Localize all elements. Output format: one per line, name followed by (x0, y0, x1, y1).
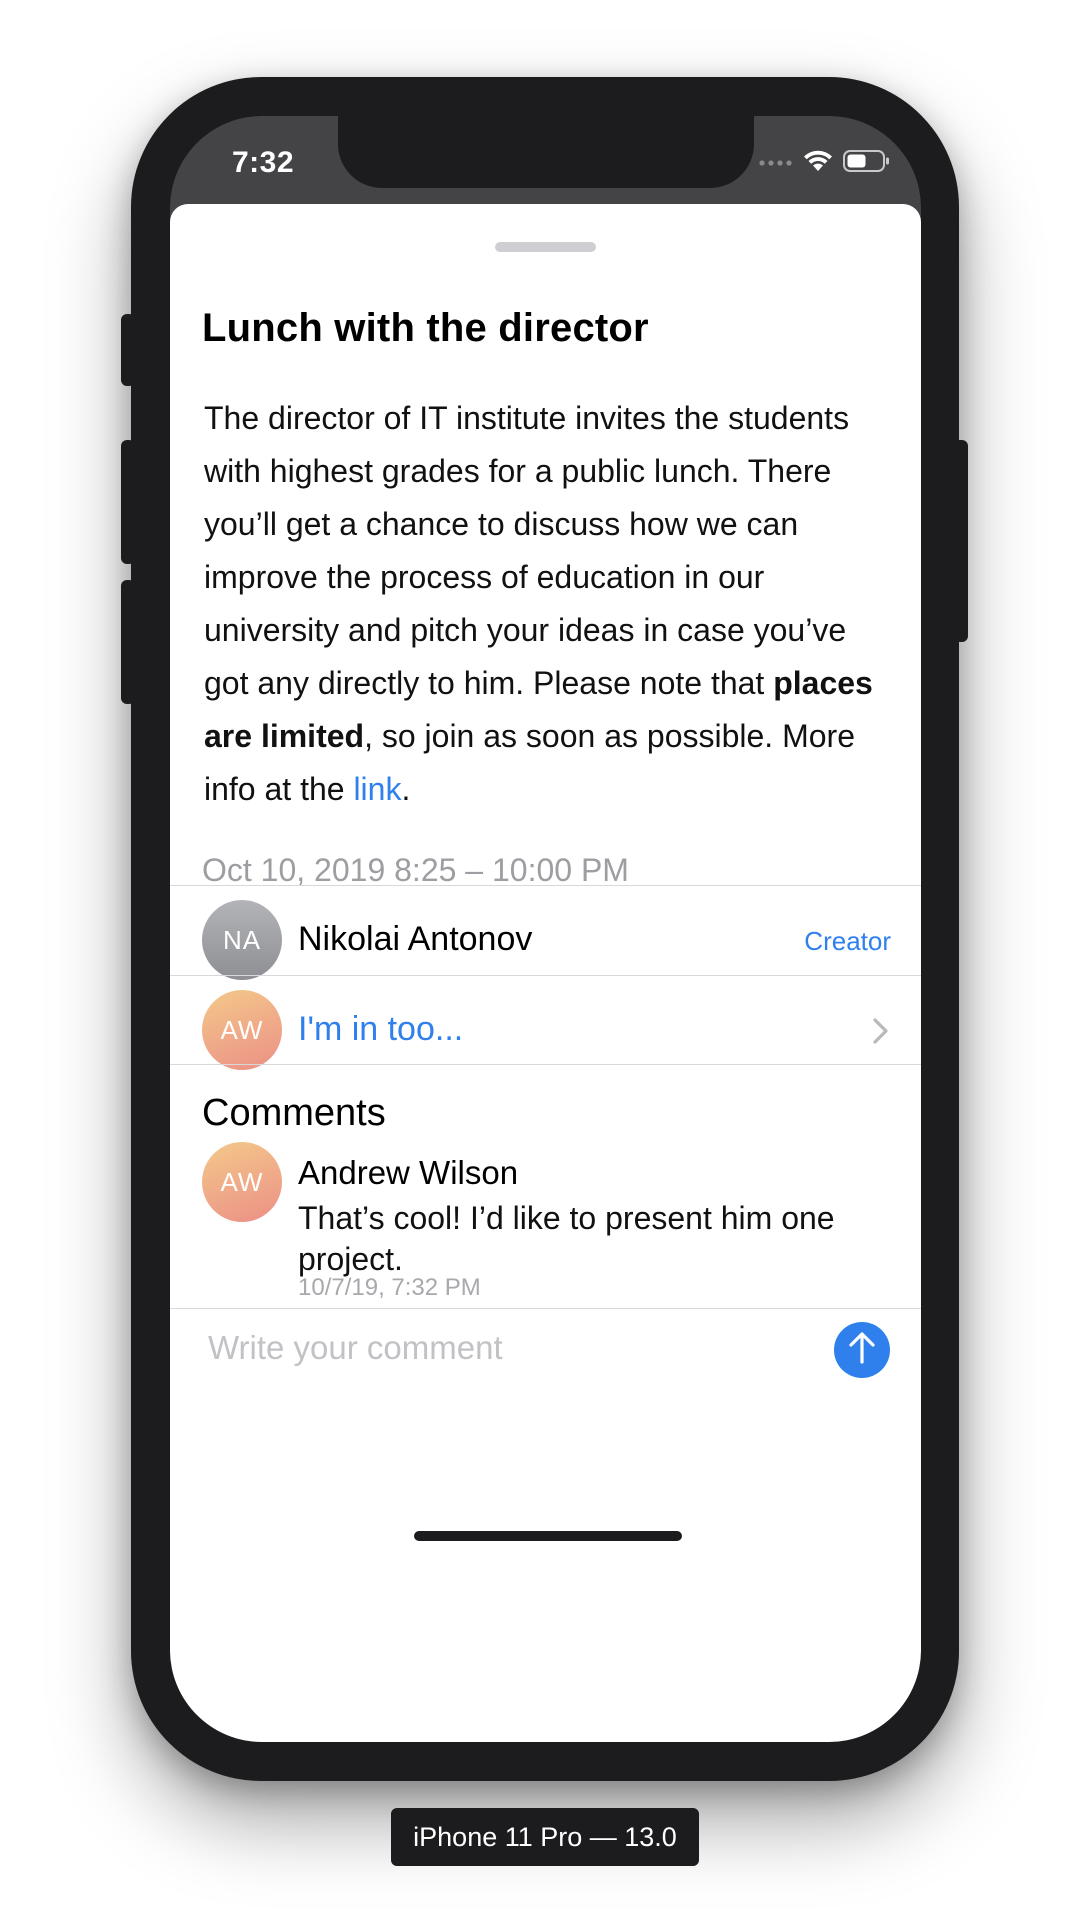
join-row[interactable]: AW I'm in too... (170, 976, 921, 1086)
volume-up-button (121, 440, 135, 564)
comment-date: 10/7/19, 7:32 PM (298, 1274, 481, 1301)
comment-input[interactable] (208, 1320, 808, 1376)
creator-badge: Creator (804, 926, 891, 956)
volume-down-button (121, 580, 135, 704)
mute-switch (121, 314, 135, 386)
divider (170, 1064, 921, 1065)
creator-name: Nikolai Antonov (298, 920, 533, 958)
avatar: AW (202, 990, 282, 1070)
info-link[interactable]: link (353, 771, 401, 807)
phone-screen: 7:32 Lunch with the director The directo… (170, 116, 921, 1742)
event-description: The director of IT institute invites the… (204, 392, 894, 816)
device-label: iPhone 11 Pro — 13.0 (391, 1808, 699, 1866)
description-text-3: . (401, 771, 411, 807)
avatar: AW (202, 1142, 282, 1222)
event-title: Lunch with the director (202, 306, 649, 350)
comments-heading: Comments (202, 1092, 386, 1134)
home-indicator[interactable] (414, 1531, 682, 1541)
divider (170, 1308, 921, 1309)
comment-author: Andrew Wilson (298, 1154, 519, 1191)
event-detail-sheet: Lunch with the director The director of … (170, 204, 921, 1742)
battery-icon (843, 149, 891, 178)
event-datetime: Oct 10, 2019 8:25 – 10:00 PM (202, 852, 629, 888)
notch (338, 116, 754, 188)
avatar: NA (202, 900, 282, 980)
description-text: The director of IT institute invites the… (204, 400, 850, 701)
signal-icon (759, 154, 793, 172)
status-time: 7:32 (232, 146, 295, 179)
simulator-canvas: 7:32 Lunch with the director The directo… (0, 0, 1090, 1928)
chevron-right-icon (871, 1016, 891, 1046)
power-button (954, 440, 968, 642)
sheet-grabber[interactable] (495, 242, 596, 252)
send-button[interactable] (834, 1322, 890, 1378)
join-button-label: I'm in too... (298, 1010, 464, 1048)
arrow-up-icon (847, 1331, 877, 1370)
wifi-icon (803, 149, 833, 178)
status-icons (759, 146, 891, 180)
comment-text: That’s cool! I’d like to present him one… (298, 1200, 835, 1277)
